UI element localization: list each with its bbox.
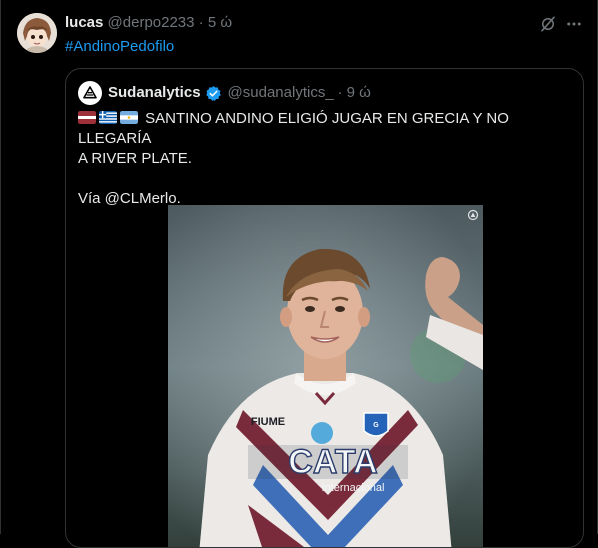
quoted-line-1-text: SANTINO ANDINO ELIGIÓ JUGAR EN GRECIA Y … (78, 110, 509, 147)
author-name[interactable]: lucas (65, 14, 103, 31)
jersey-sponsor-text: CATA (288, 443, 377, 481)
quoted-media-image[interactable]: CATA Internacional FIUME G (168, 205, 483, 547)
quoted-line-2: A RIVER PLATE. (78, 150, 192, 167)
quoted-avatar[interactable] (78, 81, 102, 105)
grok-icon (541, 16, 555, 32)
svg-text:G: G (373, 422, 379, 429)
post-time[interactable]: 5 ώ (208, 14, 232, 31)
latvia-flag (78, 111, 96, 124)
jersey-brand-text: FIUME (251, 416, 285, 428)
quoted-time[interactable]: 9 ώ (347, 83, 371, 103)
greece-flag (99, 111, 117, 124)
quoted-text: SANTINO ANDINO ELIGIÓ JUGAR EN GRECIA Y … (78, 109, 573, 209)
post-header: lucas @derpo2233 · 5 ώ (65, 13, 232, 33)
quoted-line-1: SANTINO ANDINO ELIGIÓ JUGAR EN GRECIA Y … (78, 109, 573, 149)
quoted-author-handle[interactable]: @sudanalytics_ (228, 83, 334, 103)
quoted-header: Sudanalytics @sudanalytics_ · 9 ώ (108, 83, 371, 103)
quoted-post[interactable]: Sudanalytics @sudanalytics_ · 9 ώ SANTIN… (65, 68, 584, 548)
player-photo: CATA Internacional FIUME G (168, 205, 483, 547)
hashtag-link[interactable]: #AndinoPedofilo (65, 37, 174, 57)
verified-icon (205, 85, 221, 101)
more-icon (567, 22, 581, 26)
quoted-author-name[interactable]: Sudanalytics (108, 83, 201, 103)
sudanalytics-logo-icon (83, 86, 97, 99)
argentina-flag (120, 111, 138, 124)
jersey-subtext: Internacional (322, 482, 385, 494)
author-handle[interactable]: @derpo2233 (108, 14, 195, 31)
separator-dot: · (198, 14, 204, 31)
more-options-button[interactable] (563, 13, 585, 35)
quoted-separator-dot: · (337, 84, 343, 101)
post: lucas @derpo2233 · 5 ώ #AndinoPedofilo S… (0, 0, 598, 548)
quoted-blank-line (78, 169, 573, 189)
grok-button[interactable] (537, 13, 559, 35)
avatar-image (17, 13, 57, 53)
user-avatar[interactable] (17, 13, 57, 53)
